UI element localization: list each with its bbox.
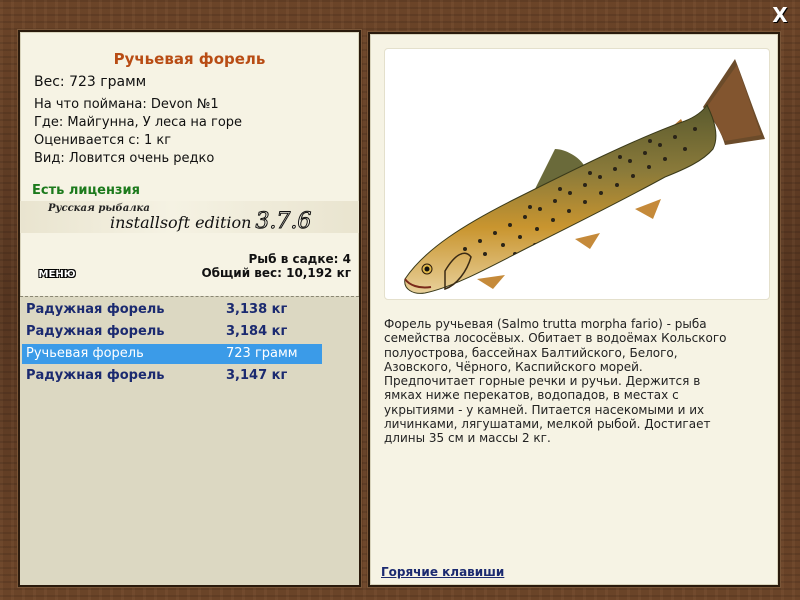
fish-weight: Вес: 723 грамм	[34, 74, 147, 90]
description-line: Форель ручьевая (Salmo trutta morpha far…	[384, 317, 707, 331]
catch-name: Ручьевая форель	[26, 346, 144, 361]
bait-line: На что поймана: Devon №1	[34, 97, 219, 112]
fish-info-list: На что поймана: Devon №1 Где: Майгунна, …	[34, 96, 242, 168]
fish-image-frame	[384, 48, 770, 300]
catch-row[interactable]: Радужная форель 3,184 кг	[22, 322, 322, 342]
catch-row-selected[interactable]: Ручьевая форель 723 грамм	[22, 344, 322, 364]
description-line: Азовского, Чёрного, Каспийского морей.	[384, 359, 643, 374]
keepnet-total-weight: Общий вес: 10,192 кг	[201, 266, 351, 280]
description-line: укрытиями - у камней. Питается насекомым…	[384, 402, 705, 417]
brand-version: 3.7.6	[255, 209, 312, 235]
fish-title: Ручьевая форель	[113, 50, 266, 68]
catch-name: Радужная форель	[26, 302, 165, 317]
catch-weight: 3,138 кг	[226, 302, 288, 317]
catch-weight: 3,147 кг	[226, 368, 288, 383]
license-status: Есть лицензия	[32, 183, 140, 198]
description-line: ямках ниже перекатов, водопадов, в места…	[384, 388, 679, 403]
description-line: длины 35 см и массы 2 кг.	[384, 431, 551, 446]
brand-edition: installsoft edition 3.7.6	[110, 209, 312, 235]
keepnet-count: Рыб в садке: 4	[248, 252, 352, 266]
fish-encyclopedia-panel: Форель ручьевая (Salmo trutta morpha far…	[368, 32, 780, 587]
catch-weight: 723 грамм	[226, 346, 298, 361]
keepnet-stats: Рыб в садке: 4 Общий вес: 10,192 кг	[201, 252, 351, 280]
description-line: семейства лососёвых. Обитает в водоёмах …	[384, 331, 727, 346]
description-line: Предпочитает горные речки и ручьи. Держи…	[384, 374, 701, 389]
fish-description: Форель ручьевая (Salmo trutta morpha far…	[384, 317, 744, 446]
valuation-line: Оценивается с: 1 кг	[34, 133, 172, 148]
rarity-line: Вид: Ловится очень редко	[34, 151, 215, 166]
catch-name: Радужная форель	[26, 324, 165, 339]
fish-info-panel: Ручьевая форель Вес: 723 грамм На что по…	[18, 30, 361, 587]
catch-row[interactable]: Радужная форель 3,138 кг	[22, 300, 322, 320]
location-line: Где: Майгунна, У леса на горе	[34, 115, 243, 130]
catch-name: Радужная форель	[26, 368, 165, 383]
hotkeys-link[interactable]: Горячие клавиши	[381, 565, 504, 579]
catch-list: Радужная форель 3,138 кг Радужная форель…	[20, 296, 359, 585]
menu-button[interactable]: МЕНЮ	[34, 266, 80, 284]
catch-weight: 3,184 кг	[226, 324, 288, 339]
description-line: личинками, лягушатами, мелкой рыбой. Дос…	[384, 417, 711, 432]
description-line: полуострова, бассейнах Балтийского, Бело…	[384, 345, 678, 360]
brand-edition-text: installsoft edition	[110, 213, 252, 232]
brown-trout-illustration	[404, 59, 765, 294]
close-icon[interactable]: X	[770, 5, 790, 25]
catch-row[interactable]: Радужная форель 3,147 кг	[22, 366, 322, 386]
